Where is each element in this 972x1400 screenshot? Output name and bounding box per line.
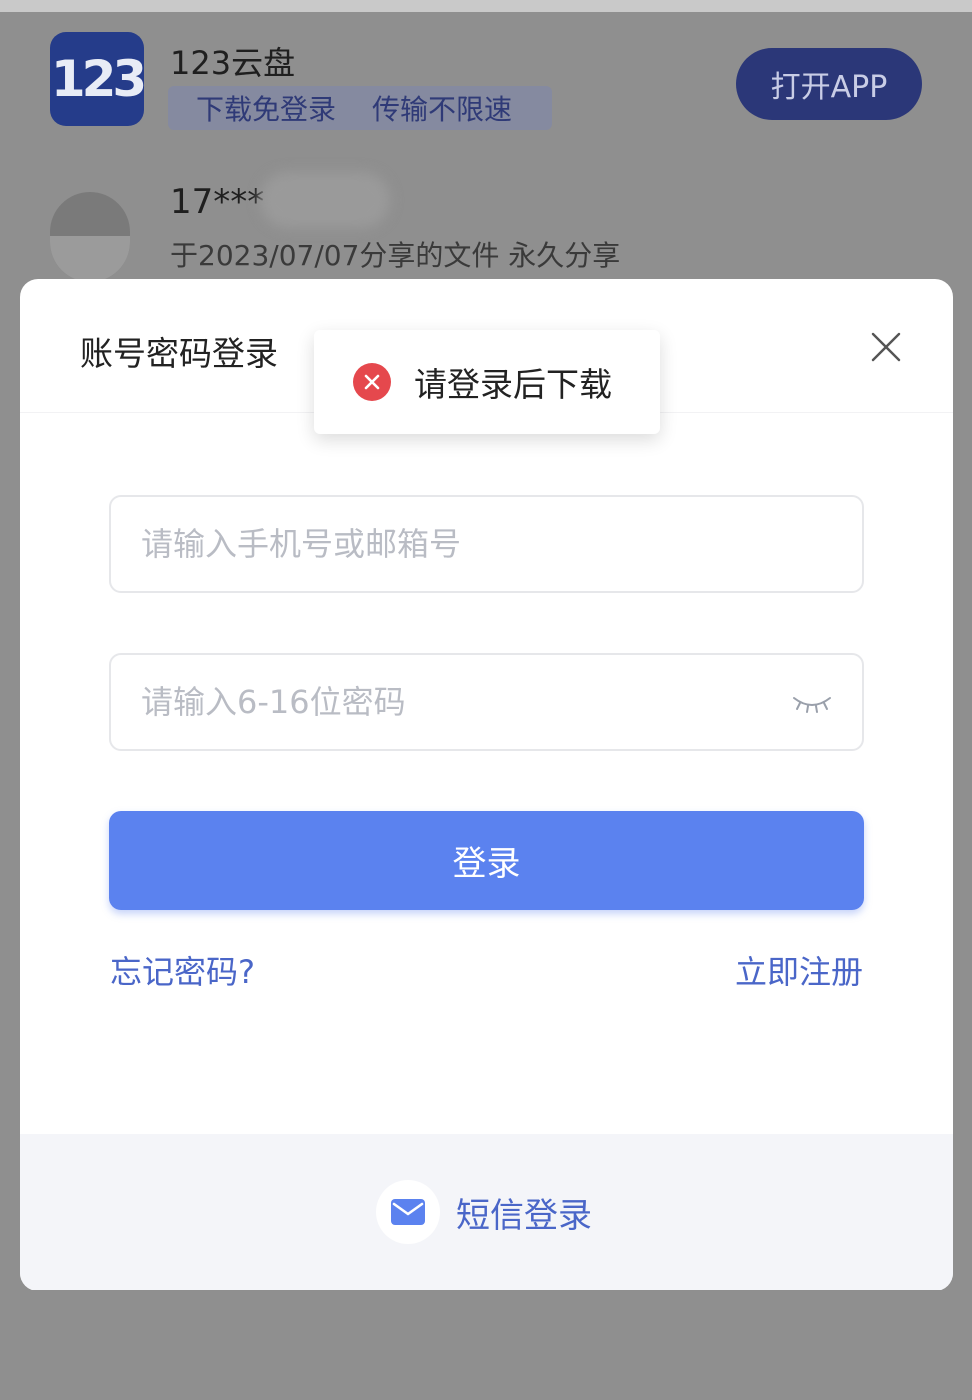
sms-login-button[interactable]: 短信登录 — [376, 1180, 592, 1244]
open-app-button[interactable]: 打开APP — [736, 48, 922, 120]
share-user-name: 17*** — [170, 182, 265, 222]
page-background — [0, 1290, 972, 1400]
register-link[interactable]: 立即注册 — [735, 947, 863, 993]
login-button[interactable]: 登录 — [109, 811, 864, 910]
account-field[interactable] — [109, 495, 864, 593]
password-input[interactable] — [141, 683, 792, 721]
mail-icon — [391, 1199, 425, 1225]
modal-footer: 短信登录 — [20, 1134, 953, 1291]
status-bar — [0, 0, 972, 12]
tagline-transfer: 传输不限速 — [372, 93, 513, 126]
account-input[interactable] — [141, 525, 832, 563]
share-info: 17*** 于2023/07/07分享的文件 永久分享 — [0, 150, 972, 290]
error-circle-icon — [353, 363, 391, 401]
toast-message: 请登录后下载 — [414, 365, 612, 404]
app-logo: 123 — [50, 32, 147, 126]
error-toast: 请登录后下载 — [314, 330, 660, 434]
mail-icon-circle — [376, 1180, 440, 1244]
blurred-name-mask — [260, 172, 390, 228]
eye-closed-icon[interactable] — [792, 690, 832, 714]
app-tagline: 下载免登录 传输不限速 — [168, 86, 552, 130]
forgot-password-link[interactable]: 忘记密码? — [110, 947, 255, 993]
tagline-download: 下载免登录 — [196, 93, 337, 126]
avatar — [50, 192, 130, 282]
sms-login-label: 短信登录 — [456, 1195, 592, 1236]
app-header: 123 123云盘 下载免登录 传输不限速 打开APP — [0, 12, 972, 150]
password-field[interactable] — [109, 653, 864, 751]
app-name: 123云盘 — [170, 44, 296, 82]
modal-title: 账号密码登录 — [80, 334, 278, 373]
close-icon[interactable] — [870, 331, 902, 363]
share-date-info: 于2023/07/07分享的文件 永久分享 — [170, 239, 621, 272]
